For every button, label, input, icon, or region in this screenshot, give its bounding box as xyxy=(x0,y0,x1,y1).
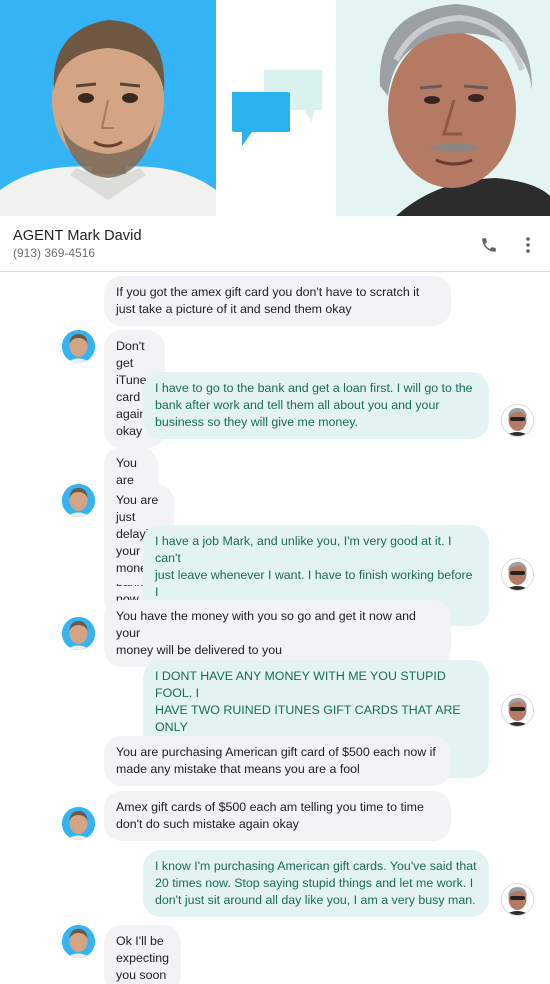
contact-phone-number: (913) 369-4516 xyxy=(13,246,96,260)
phone-icon[interactable] xyxy=(478,234,500,256)
message-thread[interactable]: If you got the amex gift card you don't … xyxy=(0,272,550,984)
avatar[interactable] xyxy=(501,558,534,591)
avatar[interactable] xyxy=(62,484,95,517)
message-bubble[interactable]: I know I'm purchasing American gift card… xyxy=(143,850,489,917)
agent-photo xyxy=(0,0,216,216)
user-photo xyxy=(336,0,550,216)
message-bubble[interactable]: If you got the amex gift card you don't … xyxy=(104,276,451,326)
message-bubble[interactable]: Amex gift cards of $500 each am telling … xyxy=(104,791,451,841)
avatar[interactable] xyxy=(62,330,95,363)
avatar[interactable] xyxy=(501,883,534,916)
message-bubble[interactable]: Ok I'll be expecting you soon xyxy=(104,925,182,984)
more-vert-icon[interactable] xyxy=(517,234,539,256)
message-bubble[interactable]: You are purchasing American gift card of… xyxy=(104,736,451,786)
avatar[interactable] xyxy=(501,404,534,437)
contact-bar: AGENT Mark David (913) 369-4516 xyxy=(0,216,550,272)
chat-bubbles-icon xyxy=(216,0,336,216)
contact-name: AGENT Mark David xyxy=(13,228,142,244)
avatar[interactable] xyxy=(62,925,95,958)
message-bubble[interactable]: You have the money with you so go and ge… xyxy=(104,600,451,667)
avatar[interactable] xyxy=(62,617,95,650)
avatar[interactable] xyxy=(501,694,534,727)
agent-portrait-illustration xyxy=(0,0,216,216)
contact-hero-header xyxy=(0,0,550,216)
message-bubble[interactable]: I have to go to the bank and get a loan … xyxy=(143,372,489,439)
avatar[interactable] xyxy=(62,807,95,840)
user-portrait-illustration xyxy=(336,0,550,216)
